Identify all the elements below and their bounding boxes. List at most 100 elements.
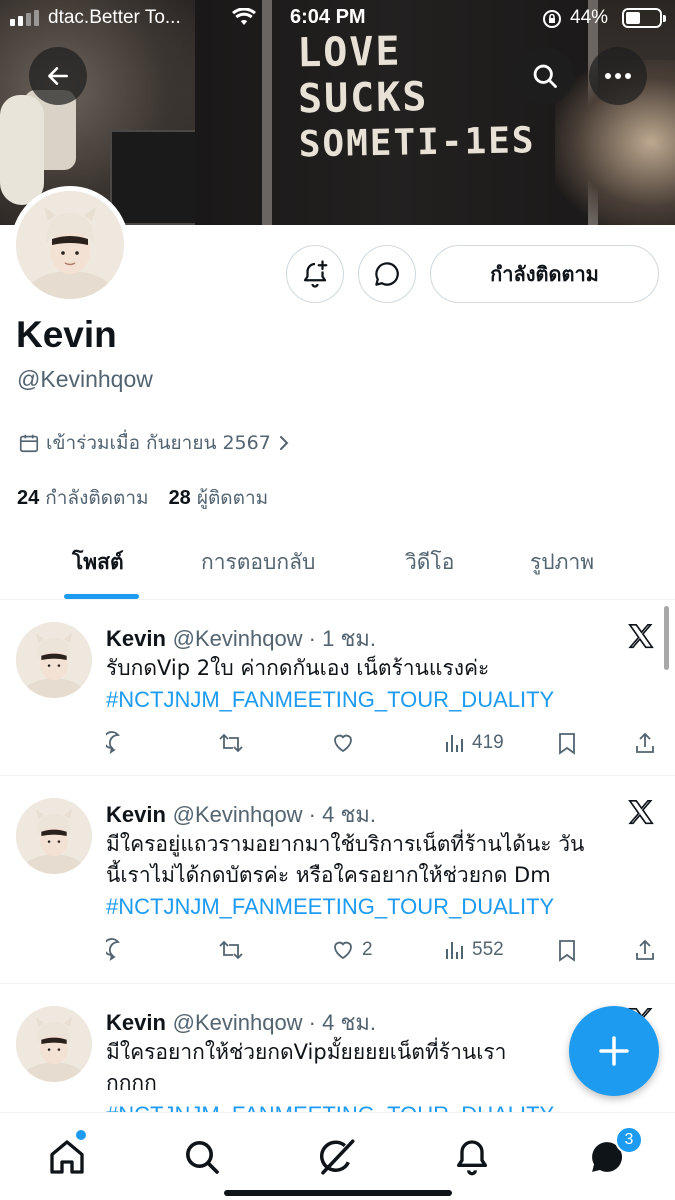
battery-percent: 44%: [570, 7, 609, 28]
repost-icon: [219, 733, 243, 753]
profile-avatar[interactable]: [11, 186, 129, 304]
reply-button[interactable]: [106, 731, 130, 755]
bookmark-button[interactable]: [556, 938, 578, 962]
chevron-right-icon: [279, 436, 289, 450]
nav-search[interactable]: [178, 1133, 226, 1181]
heart-icon: [334, 734, 352, 753]
tweet-avatar[interactable]: [16, 798, 92, 874]
repost-button[interactable]: [218, 731, 244, 755]
tweet-meta: @Kevinhqow · 4 ชม.: [172, 802, 377, 827]
bookmark-icon: [559, 940, 575, 962]
tweet-text: มีใครอยู่แถวรามอยากมาใช้บริการเน็ตที่ร้า…: [106, 829, 654, 922]
tab-photos[interactable]: รูปภาพ: [530, 546, 594, 579]
like-count: 2: [362, 939, 373, 960]
banner-amplifier: [110, 130, 200, 225]
followers-count: 28: [168, 487, 191, 509]
status-bar: dtac.Better To... 6:04 PM 44%: [0, 0, 675, 38]
x-logo-icon: [626, 621, 656, 655]
repost-button[interactable]: [218, 938, 244, 962]
back-button[interactable]: [29, 47, 87, 105]
home-icon: [50, 1140, 84, 1174]
tweet-header: Kevin @Kevinhqow · 4 ชม.: [106, 797, 376, 832]
heart-icon: [334, 941, 352, 960]
following-label: กำลังติดตาม: [45, 487, 149, 509]
repost-icon: [219, 940, 243, 960]
search-icon: [186, 1141, 219, 1174]
tweet-author-name[interactable]: Kevin: [106, 1010, 166, 1035]
analytics-icon: [446, 942, 463, 959]
messages-badge: 3: [615, 1126, 643, 1154]
tweet-text-line: รับกดVip 2ใบ ค่ากดกันเอง เน็ตร้านแรงค่ะ: [106, 656, 490, 680]
tab-posts[interactable]: โพสต์: [72, 546, 124, 579]
views-button[interactable]: 419: [442, 731, 504, 755]
tweet[interactable]: Kevin @Kevinhqow · 4 ชม. มีใครอยู่แถวราม…: [0, 777, 675, 984]
views-button[interactable]: 552: [442, 938, 504, 962]
reply-button[interactable]: [106, 938, 130, 962]
avatar-image: [16, 1006, 92, 1082]
tweet-actions: 2 552: [106, 938, 656, 968]
banner-guitar: [0, 95, 44, 205]
tweet-hashtag[interactable]: #NCTJNJM_FANMEETING_TOUR_DUALITY: [106, 1099, 654, 1112]
avatar-image: [16, 622, 92, 698]
joined-date[interactable]: เข้าร่วมเมื่อ กันยายน 2567: [18, 428, 291, 458]
tweet-avatar[interactable]: [16, 622, 92, 698]
following-count-link[interactable]: 24 กำลังติดตาม: [17, 483, 149, 513]
message-bubble-icon: [375, 262, 399, 286]
reply-icon: [106, 731, 120, 754]
share-icon: [636, 732, 654, 753]
view-count: 419: [472, 732, 504, 753]
like-button[interactable]: [330, 731, 362, 755]
like-button[interactable]: 2: [330, 938, 373, 962]
nav-notifications[interactable]: [448, 1133, 496, 1181]
search-icon: [533, 64, 557, 88]
home-indicator: [224, 1190, 452, 1196]
avatar-image: [16, 798, 92, 874]
following-button[interactable]: กำลังติดตาม: [430, 245, 659, 303]
followers-count-link[interactable]: 28 ผู้ติดตาม: [169, 483, 269, 513]
tweet-hashtag[interactable]: #NCTJNJM_FANMEETING_TOUR_DUALITY: [106, 684, 654, 715]
carrier-name: dtac.Better To...: [48, 7, 181, 28]
tweet-avatar[interactable]: [16, 1006, 92, 1082]
share-button[interactable]: [633, 731, 657, 755]
bell-icon: [457, 1140, 487, 1176]
view-count: 552: [472, 939, 504, 960]
tweet-actions: 419: [106, 731, 656, 761]
notify-button[interactable]: [286, 245, 344, 303]
battery-icon: [622, 8, 666, 28]
tweet-text: รับกดVip 2ใบ ค่ากดกันเอง เน็ตร้านแรงค่ะ …: [106, 653, 654, 715]
scrollbar[interactable]: [664, 606, 669, 670]
wifi-icon: [232, 7, 256, 32]
tweet-author-name[interactable]: Kevin: [106, 802, 166, 827]
graffiti-line: SOMETI-1ES: [298, 120, 536, 166]
followers-label: ผู้ติดตาม: [196, 487, 269, 509]
compose-button[interactable]: [569, 1006, 659, 1096]
tweet-meta: @Kevinhqow · 4 ชม.: [172, 1010, 377, 1035]
share-button[interactable]: [633, 938, 657, 962]
more-button[interactable]: [589, 47, 647, 105]
profile-handle: @Kevinhqow: [17, 366, 153, 392]
bottom-navigation: 3: [0, 1112, 675, 1200]
tweet-meta: @Kevinhqow · 1 ชม.: [172, 626, 377, 651]
avatar-image: [16, 191, 124, 299]
tweet-text-line: นี้เราไม่ได้กดบัตรค่ะ หรือใครอยากให้ช่วย…: [106, 863, 551, 887]
rotation-lock-icon: [541, 8, 563, 36]
tab-active-indicator: [64, 594, 139, 599]
analytics-icon: [446, 735, 463, 752]
tab-videos[interactable]: วิดีโอ: [405, 546, 454, 579]
nav-home[interactable]: [43, 1133, 91, 1181]
search-button[interactable]: [516, 47, 574, 105]
share-icon: [636, 939, 654, 960]
tweet[interactable]: Kevin @Kevinhqow · 1 ชม. รับกดVip 2ใบ ค่…: [0, 601, 675, 776]
calendar-icon: [19, 434, 39, 453]
tweet-author-name[interactable]: Kevin: [106, 626, 166, 651]
joined-text: เข้าร่วมเมื่อ กันยายน 2567: [46, 432, 271, 454]
bookmark-button[interactable]: [556, 731, 578, 755]
status-time: 6:04 PM: [290, 6, 366, 28]
nav-grok[interactable]: [313, 1133, 361, 1181]
more-horizontal-icon: [605, 73, 631, 79]
home-unread-dot: [76, 1130, 86, 1140]
grok-icon: [320, 1139, 355, 1175]
tab-replies[interactable]: การตอบกลับ: [201, 546, 315, 579]
tweet-hashtag[interactable]: #NCTJNJM_FANMEETING_TOUR_DUALITY: [106, 891, 654, 922]
message-button[interactable]: [358, 245, 416, 303]
